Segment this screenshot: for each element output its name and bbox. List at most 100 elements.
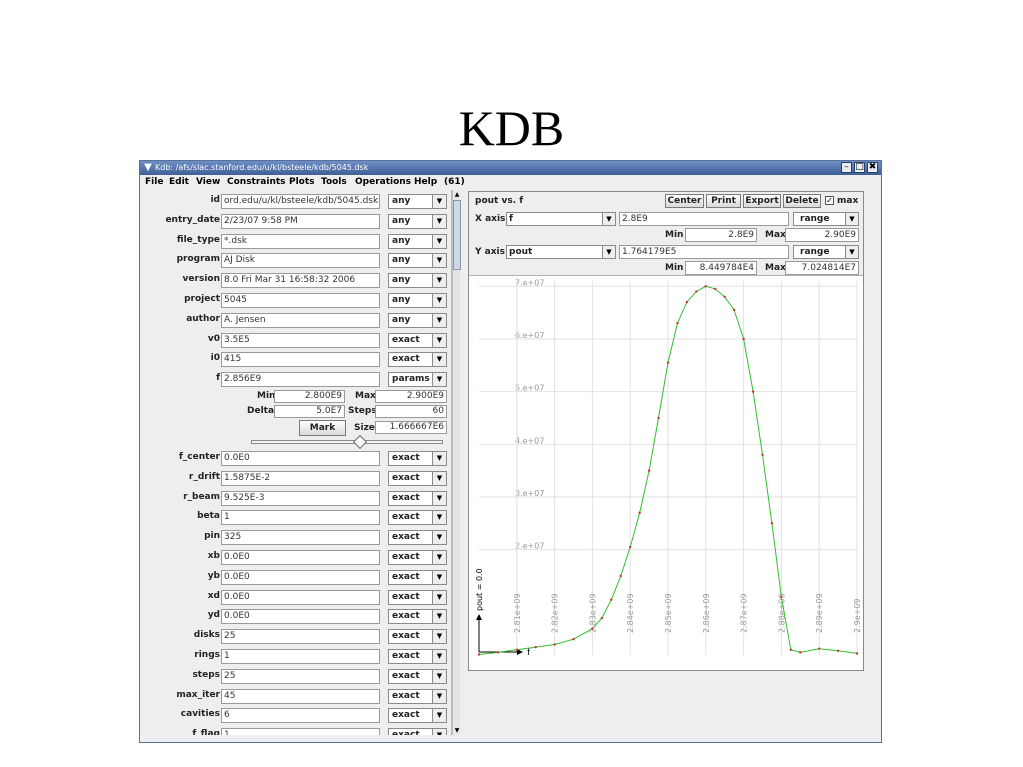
- f-slider-thumb[interactable]: [353, 434, 368, 450]
- x-axis-mode-select[interactable]: range ▼: [793, 212, 859, 226]
- field-value-input[interactable]: 8.0 Fri Mar 31 16:58:32 2006: [221, 273, 380, 289]
- pout-vs-f-chart[interactable]: 7.e+07 6.e+07 5.e+07 4.e+07 3.e+07 2.e+07 2.81…: [469, 277, 863, 670]
- y-tick-label: 5.e+07: [515, 384, 544, 393]
- y-min-field[interactable]: 8.449784E4: [685, 261, 757, 275]
- field-value-input[interactable]: ord.edu/u/kl/bsteele/kdb/5045.dsk: [221, 194, 380, 209]
- field-value-input[interactable]: 1.5875E-2: [221, 470, 380, 486]
- field-value-input[interactable]: 9.525E-3: [221, 490, 380, 506]
- field-value-input[interactable]: 2/23/07 9:58 PM: [221, 213, 380, 229]
- x-min-field[interactable]: 2.8E9: [685, 228, 757, 242]
- menu-tools[interactable]: Tools: [321, 175, 347, 189]
- field-label: disks: [193, 630, 220, 641]
- export-button[interactable]: Export: [743, 194, 781, 208]
- max-checkbox[interactable]: ✓: [825, 196, 834, 205]
- field-value-input[interactable]: 415: [221, 352, 380, 368]
- field-value-input[interactable]: 25: [221, 668, 380, 684]
- field-value-input[interactable]: 45: [221, 688, 380, 704]
- match-mode-select[interactable]: any ▼: [388, 253, 447, 269]
- match-mode-select[interactable]: any ▼: [388, 273, 447, 289]
- match-mode-select[interactable]: exact ▼: [388, 569, 447, 585]
- field-value-input[interactable]: 1: [221, 728, 380, 735]
- min-field[interactable]: 2.800E9: [274, 390, 345, 403]
- max-field[interactable]: 2.900E9: [375, 390, 447, 403]
- center-button[interactable]: Center: [665, 194, 704, 208]
- match-mode-select[interactable]: any ▼: [388, 194, 447, 209]
- y-axis-mode: range: [800, 247, 830, 257]
- match-mode-select[interactable]: params ▼: [388, 372, 447, 388]
- maximize-icon[interactable]: □: [854, 162, 865, 173]
- menu-plots[interactable]: Plots: [289, 175, 315, 189]
- y-axis-value-field[interactable]: 1.764179E5: [619, 245, 789, 259]
- x-axis-value-field[interactable]: 2.8E9: [619, 212, 789, 226]
- match-mode-value: any: [392, 215, 411, 226]
- field-value-input[interactable]: AJ Disk: [221, 253, 380, 269]
- match-mode-select[interactable]: exact ▼: [388, 589, 447, 605]
- size-field[interactable]: 1.666667E6: [375, 421, 447, 434]
- match-mode-select[interactable]: exact ▼: [388, 530, 447, 546]
- field-value-input[interactable]: 2.856E9: [221, 372, 380, 388]
- constraint-row-i0: i0 415 exact ▼: [141, 351, 451, 368]
- window-menu-icon[interactable]: ▼: [142, 162, 154, 173]
- y-max-field[interactable]: 7.024814E7: [785, 261, 859, 275]
- field-value-input[interactable]: 0.0E0: [221, 550, 380, 565]
- field-value-input[interactable]: 25: [221, 629, 380, 645]
- chevron-down-icon: ▼: [602, 213, 615, 225]
- data-point: [751, 390, 755, 393]
- field-value-input[interactable]: 0.0E0: [221, 609, 380, 625]
- match-mode-select[interactable]: exact ▼: [388, 550, 447, 565]
- chevron-down-icon: ▼: [845, 246, 858, 258]
- field-value-input[interactable]: 0.0E0: [221, 569, 380, 585]
- match-mode-select[interactable]: exact ▼: [388, 451, 447, 466]
- match-mode-select[interactable]: any ▼: [388, 213, 447, 229]
- field-value-input[interactable]: 0.0E0: [221, 589, 380, 605]
- field-value-input[interactable]: 1: [221, 649, 380, 664]
- match-mode-select[interactable]: exact ▼: [388, 649, 447, 664]
- match-mode-select[interactable]: exact ▼: [388, 490, 447, 506]
- delta-field[interactable]: 5.0E7: [274, 405, 345, 418]
- close-icon[interactable]: ✖: [867, 162, 878, 173]
- match-mode-select[interactable]: exact ▼: [388, 629, 447, 645]
- match-mode-select[interactable]: exact ▼: [388, 352, 447, 368]
- match-mode-select[interactable]: exact ▼: [388, 332, 447, 348]
- field-value-input[interactable]: 325: [221, 530, 380, 546]
- window-titlebar[interactable]: ▼ Kdb: /afs/slac.stanford.edu/u/kl/bstee…: [140, 161, 881, 175]
- scroll-thumb[interactable]: [453, 200, 461, 270]
- field-value-input[interactable]: 1: [221, 510, 380, 526]
- x-max-field[interactable]: 2.90E9: [785, 228, 859, 242]
- field-value-input[interactable]: *.dsk: [221, 233, 380, 249]
- menu-file[interactable]: File: [145, 175, 163, 189]
- mark-button[interactable]: Mark: [299, 420, 346, 436]
- y-max-label: Max: [765, 263, 786, 273]
- f-slider[interactable]: [251, 434, 443, 450]
- field-value-input[interactable]: 5045: [221, 293, 380, 308]
- match-mode-select[interactable]: exact ▼: [388, 668, 447, 684]
- left-scrollbar[interactable]: ▲ ▼: [452, 190, 461, 735]
- field-value-input[interactable]: 0.0E0: [221, 451, 380, 466]
- match-mode-select[interactable]: exact ▼: [388, 728, 447, 735]
- field-value-input[interactable]: A. Jensen: [221, 312, 380, 328]
- y-axis-variable-select[interactable]: pout ▼: [506, 245, 616, 259]
- scroll-down-icon[interactable]: ▼: [453, 726, 461, 735]
- menu-operations[interactable]: Operations: [355, 175, 411, 189]
- match-mode-select[interactable]: exact ▼: [388, 688, 447, 704]
- print-button[interactable]: Print: [706, 194, 741, 208]
- match-mode-select[interactable]: exact ▼: [388, 470, 447, 486]
- field-value-input[interactable]: 6: [221, 708, 380, 724]
- delete-button[interactable]: Delete: [783, 194, 821, 208]
- y-axis-mode-select[interactable]: range ▼: [793, 245, 859, 259]
- match-mode-select[interactable]: exact ▼: [388, 609, 447, 625]
- match-mode-select[interactable]: any ▼: [388, 233, 447, 249]
- menu-view[interactable]: View: [196, 175, 220, 189]
- scroll-up-icon[interactable]: ▲: [453, 190, 461, 199]
- match-mode-select[interactable]: exact ▼: [388, 708, 447, 724]
- match-mode-select[interactable]: any ▼: [388, 293, 447, 308]
- menu-edit[interactable]: Edit: [169, 175, 189, 189]
- match-mode-select[interactable]: any ▼: [388, 312, 447, 328]
- x-axis-variable-select[interactable]: f ▼: [506, 212, 616, 226]
- menu-help[interactable]: Help: [414, 175, 437, 189]
- match-mode-select[interactable]: exact ▼: [388, 510, 447, 526]
- minimize-icon[interactable]: –: [841, 162, 852, 173]
- field-value-input[interactable]: 3.5E5: [221, 332, 380, 348]
- steps-field[interactable]: 60: [375, 405, 447, 418]
- menu-constraints[interactable]: Constraints: [227, 175, 286, 189]
